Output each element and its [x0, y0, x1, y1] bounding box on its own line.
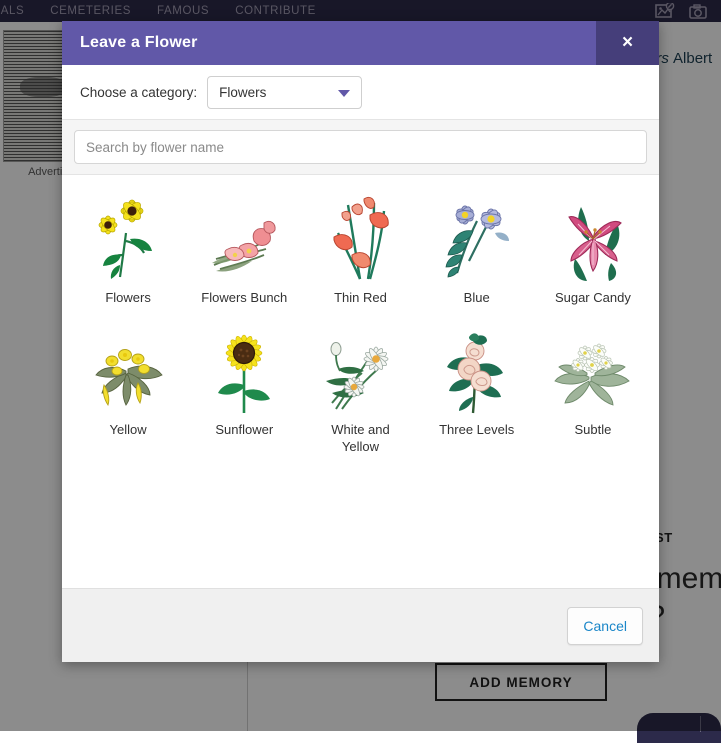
daisies-yellow-icon: [80, 193, 176, 285]
pink-bunch-icon: [196, 193, 292, 285]
search-input[interactable]: [74, 130, 647, 164]
close-icon[interactable]: ×: [596, 21, 659, 65]
flower-label: Blue: [464, 289, 490, 307]
flower-option-sugar-candy[interactable]: Sugar Candy: [535, 189, 651, 311]
category-label: Choose a category:: [80, 85, 197, 100]
flower-label: Sunflower: [215, 421, 273, 439]
peach-roses-icon: [429, 325, 525, 417]
flower-grid-container: Flowers: [62, 175, 659, 588]
chevron-down-icon: [338, 90, 350, 97]
leave-a-flower-modal: Leave a Flower × Choose a category: Flow…: [62, 21, 659, 662]
modal-title: Leave a Flower: [62, 34, 198, 52]
search-row: [62, 119, 659, 175]
yellow-cluster-icon: [80, 325, 176, 417]
category-selected-value: Flowers: [208, 85, 266, 100]
flower-option-yellow[interactable]: Yellow: [70, 321, 186, 460]
red-gladiolus-icon: [312, 193, 408, 285]
flower-label: Subtle: [574, 421, 611, 439]
flower-label: White and Yellow: [313, 421, 408, 456]
cancel-button[interactable]: Cancel: [567, 607, 643, 645]
flower-option-thin-red[interactable]: Thin Red: [302, 189, 418, 311]
flower-option-flowers[interactable]: Flowers: [70, 189, 186, 311]
flower-label: Three Levels: [439, 421, 514, 439]
white-daisy-icon: [312, 325, 408, 417]
white-cluster-icon: [545, 325, 641, 417]
modal-footer: Cancel: [62, 588, 659, 662]
category-dropdown[interactable]: Flowers: [207, 76, 362, 109]
flower-label: Yellow: [110, 421, 147, 439]
flower-option-flowers-bunch[interactable]: Flowers Bunch: [186, 189, 302, 311]
flower-label: Sugar Candy: [555, 289, 631, 307]
modal-header: Leave a Flower ×: [62, 21, 659, 65]
sunflower-icon: [196, 325, 292, 417]
category-selection-row: Choose a category: Flowers: [62, 65, 659, 119]
flower-label: Flowers: [105, 289, 151, 307]
blue-periwinkle-icon: [429, 193, 525, 285]
flower-label: Flowers Bunch: [201, 289, 287, 307]
pink-lily-icon: [545, 193, 641, 285]
flower-grid: Flowers: [70, 189, 651, 460]
flower-option-white-and-yellow[interactable]: White and Yellow: [302, 321, 418, 460]
flower-option-blue[interactable]: Blue: [419, 189, 535, 311]
flower-option-subtle[interactable]: Subtle: [535, 321, 651, 460]
flower-option-three-levels[interactable]: Three Levels: [419, 321, 535, 460]
flower-option-sunflower[interactable]: Sunflower: [186, 321, 302, 460]
flower-label: Thin Red: [334, 289, 387, 307]
